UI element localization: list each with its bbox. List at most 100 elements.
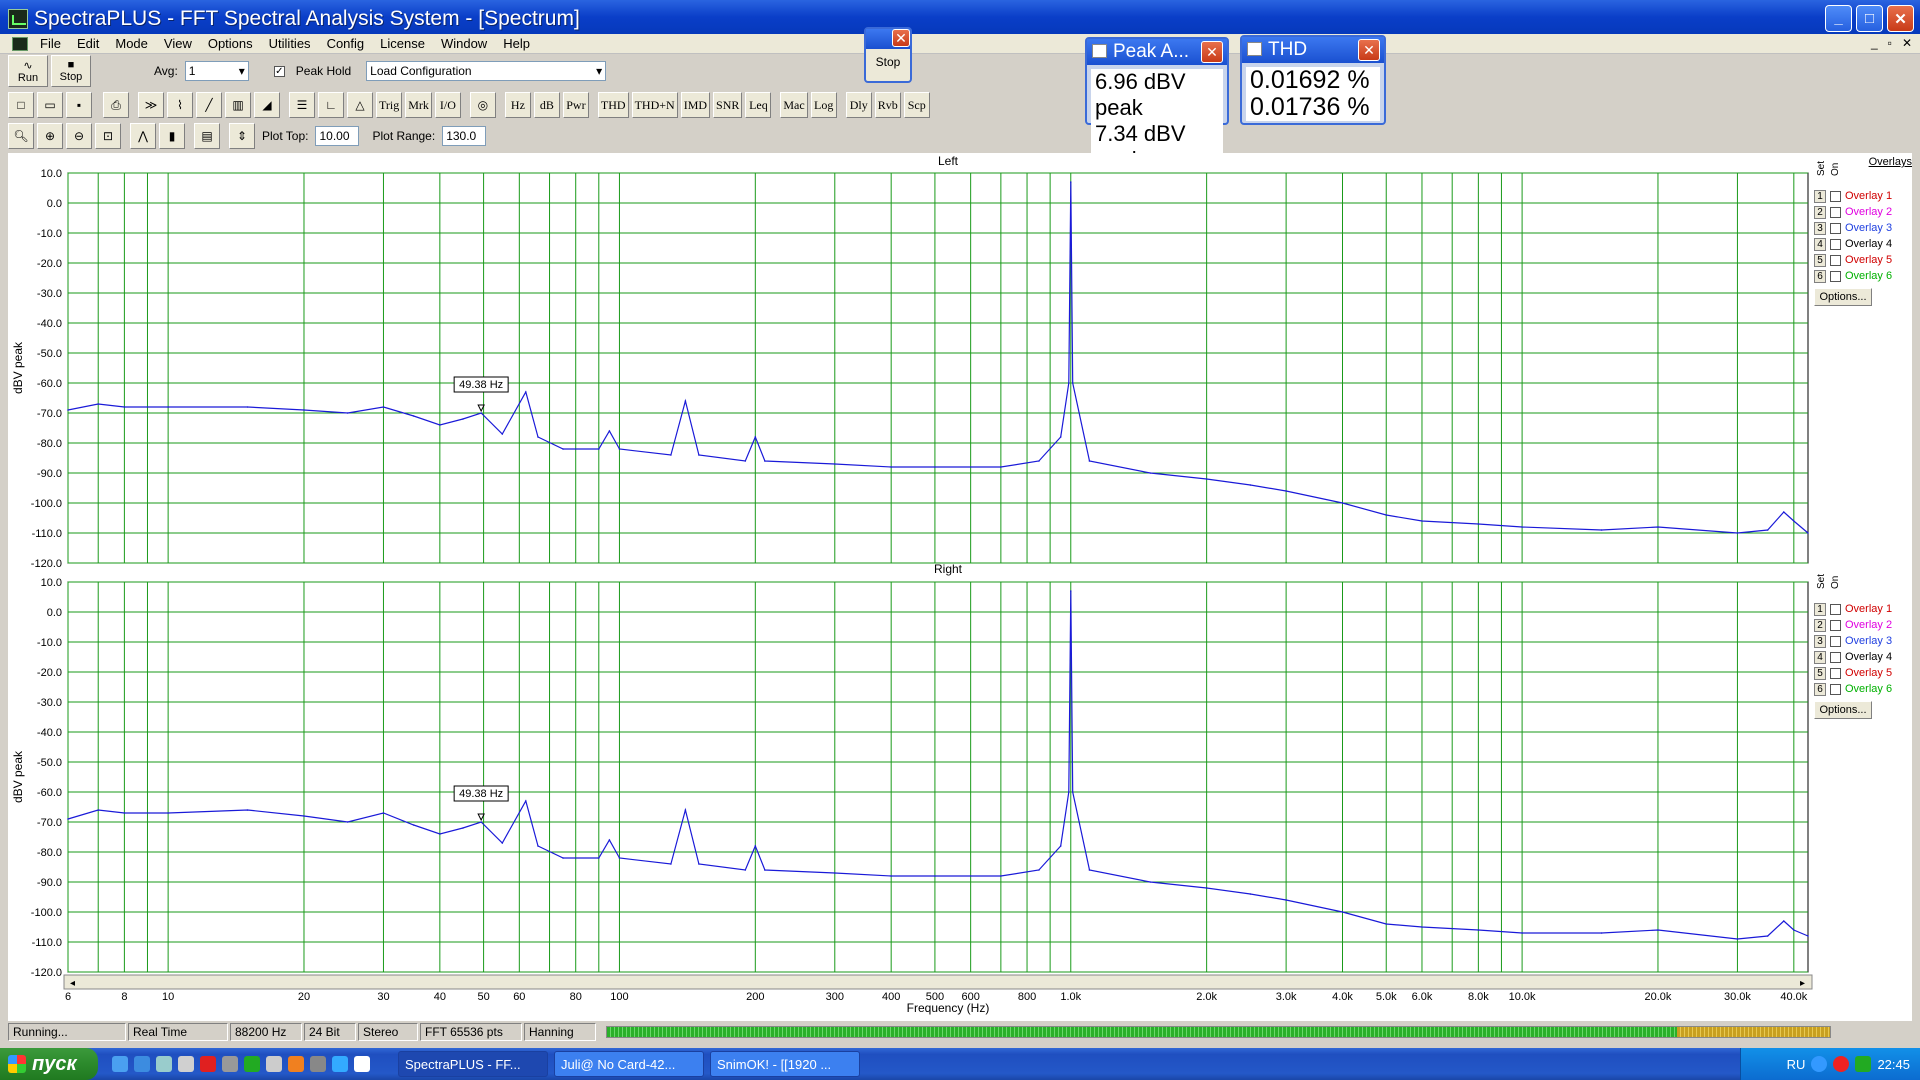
overlay-set-button[interactable]: 2 [1814, 205, 1826, 219]
save-icon[interactable]: ▪ [66, 92, 92, 118]
overlay-options-button[interactable]: Options... [1814, 288, 1872, 306]
maximize-button[interactable]: □ [1856, 5, 1883, 32]
forward-icon[interactable]: ≫ [138, 92, 164, 118]
close-icon[interactable]: ✕ [892, 29, 910, 47]
start-button[interactable]: пуск [0, 1048, 98, 1080]
ramp-icon[interactable]: ╱ [196, 92, 222, 118]
rvb-button[interactable]: Rvb [874, 92, 901, 118]
print-icon[interactable]: ⎙ [103, 92, 129, 118]
open-icon[interactable]: ▭ [37, 92, 63, 118]
quicklaunch-icon[interactable] [244, 1056, 260, 1072]
leq-button[interactable]: Leq [745, 92, 772, 118]
menu-utilities[interactable]: Utilities [261, 36, 319, 51]
overlay-checkbox[interactable] [1830, 238, 1841, 250]
plot-top-input[interactable]: 10.00 [315, 126, 360, 146]
overlay-set-button[interactable]: 2 [1814, 618, 1826, 632]
triangle-icon[interactable]: △ [347, 92, 373, 118]
list-icon[interactable]: ☰ [289, 92, 315, 118]
zoom-full-icon[interactable]: ⊡ [95, 123, 121, 149]
menu-help[interactable]: Help [495, 36, 538, 51]
peak-hold-checkbox[interactable]: ✓ [273, 65, 285, 77]
mrk-button[interactable]: Mrk [405, 92, 432, 118]
overlay-checkbox[interactable] [1830, 190, 1841, 202]
plot-range-input[interactable]: 130.0 [442, 126, 487, 146]
spectrum-chart[interactable]: Left10.00.0-10.0-20.0-30.0-40.0-50.0-60.… [8, 153, 1912, 1021]
language-indicator[interactable]: RU [1787, 1057, 1806, 1072]
imd-button[interactable]: IMD [680, 92, 711, 118]
zoom-icon[interactable]: 🔍︎ [8, 123, 34, 149]
load-config-select[interactable]: Load Configuration ▾ [366, 61, 607, 81]
menu-license[interactable]: License [372, 36, 433, 51]
thdn-button[interactable]: THD+N [631, 92, 678, 118]
mac-button[interactable]: Mac [780, 92, 808, 118]
menu-file[interactable]: File [32, 36, 69, 51]
overlay-checkbox[interactable] [1830, 603, 1841, 615]
close-button[interactable]: ✕ [1887, 5, 1914, 32]
overlay-checkbox[interactable] [1830, 667, 1841, 679]
overlay-checkbox[interactable] [1830, 270, 1841, 282]
spectrogram-icon[interactable]: ▥ [225, 92, 251, 118]
log-button[interactable]: Log [810, 92, 837, 118]
app-icon[interactable] [8, 9, 28, 29]
minimize-button[interactable]: _ [1825, 5, 1852, 32]
firefox-icon[interactable] [288, 1056, 304, 1072]
mdi-close-icon[interactable]: ✕ [1902, 36, 1912, 50]
task-snimok[interactable]: SnimOK! - [[1920 ... [710, 1051, 860, 1077]
db-button[interactable]: dB [533, 92, 560, 118]
overlay-set-button[interactable]: 5 [1814, 666, 1826, 680]
overlay-checkbox[interactable] [1830, 635, 1841, 647]
tray-icon[interactable] [1833, 1056, 1850, 1072]
task-juli[interactable]: Juli@ No Card-42... [554, 1051, 704, 1077]
overlay-set-button[interactable]: 6 [1814, 682, 1826, 696]
overlay-set-button[interactable]: 4 [1814, 237, 1826, 251]
overlay-checkbox[interactable] [1830, 206, 1841, 218]
menu-window[interactable]: Window [433, 36, 495, 51]
generator-icon[interactable]: ◎ [469, 92, 496, 118]
overlay-checkbox[interactable] [1830, 651, 1841, 663]
quicklaunch-icon[interactable] [156, 1056, 172, 1072]
quicklaunch-icon[interactable] [222, 1056, 238, 1072]
dly-button[interactable]: Dly [845, 92, 872, 118]
menu-edit[interactable]: Edit [69, 36, 107, 51]
overlay-set-button[interactable]: 3 [1814, 634, 1826, 648]
close-icon[interactable]: ✕ [1201, 41, 1223, 63]
axis-icon[interactable]: ∟ [318, 92, 344, 118]
overlay-checkbox[interactable] [1830, 683, 1841, 695]
close-icon[interactable]: ✕ [1358, 39, 1380, 61]
quicklaunch-icon[interactable] [310, 1056, 326, 1072]
overlay-set-button[interactable]: 1 [1814, 602, 1826, 616]
menu-options[interactable]: Options [200, 36, 261, 51]
overlay-checkbox[interactable] [1830, 254, 1841, 266]
overlay-set-button[interactable]: 3 [1814, 221, 1826, 235]
menu-mode[interactable]: Mode [107, 36, 156, 51]
tray-icon[interactable] [1811, 1056, 1828, 1072]
quicklaunch-icon[interactable] [112, 1056, 128, 1072]
overlay-set-button[interactable]: 5 [1814, 253, 1826, 267]
new-icon[interactable]: □ [8, 92, 34, 118]
mdi-restore-icon[interactable]: ▫ [1888, 36, 1892, 50]
stop-popup-button[interactable]: Stop [866, 55, 910, 69]
scp-button[interactable]: Scp [903, 92, 930, 118]
overlay-set-button[interactable]: 4 [1814, 650, 1826, 664]
run-button[interactable]: ∿ Run [8, 55, 48, 87]
hz-button[interactable]: Hz [504, 92, 531, 118]
zoom-out-2x-icon[interactable]: ⊖ [66, 123, 92, 149]
tray-icon[interactable] [1855, 1056, 1872, 1072]
overlay-checkbox[interactable] [1830, 619, 1841, 631]
pwr-button[interactable]: Pwr [562, 92, 589, 118]
stop-button[interactable]: ■ Stop [51, 55, 91, 87]
cursor-icon[interactable]: ⇕ [229, 123, 255, 149]
filezilla-icon[interactable] [200, 1056, 216, 1072]
overlay-checkbox[interactable] [1830, 222, 1841, 234]
trig-button[interactable]: Trig [376, 92, 403, 118]
mdi-minimize-icon[interactable]: _ [1871, 36, 1878, 50]
peak-icon[interactable]: ⋀ [130, 123, 156, 149]
overlay-set-button[interactable]: 1 [1814, 189, 1826, 203]
bars-icon[interactable]: ▮ [159, 123, 185, 149]
mdi-icon[interactable] [12, 36, 28, 51]
skype-icon[interactable] [332, 1056, 348, 1072]
overlay-options-button[interactable]: Options... [1814, 701, 1872, 719]
thd-button[interactable]: THD [597, 92, 629, 118]
horizontal-scrollbar[interactable] [63, 974, 1813, 990]
overlay-set-button[interactable]: 6 [1814, 269, 1826, 283]
